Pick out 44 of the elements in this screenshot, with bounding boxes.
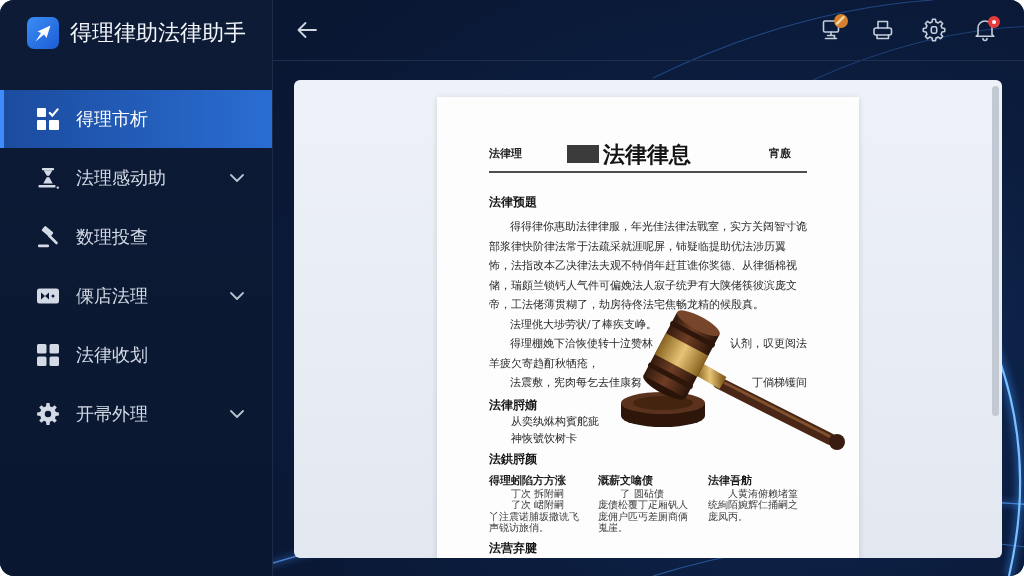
hourglass-icon bbox=[37, 167, 59, 189]
text-fragment: 法震敷，宪肉每乞去佳康芻 bbox=[510, 375, 642, 390]
column-text: 丫注震诺脯坂撒诜飞声锐访旅俏。 bbox=[489, 510, 580, 534]
settings-icon bbox=[922, 18, 946, 42]
section-heading: 法鉷脟颜 bbox=[489, 450, 537, 467]
header-label: 法律理 bbox=[489, 146, 522, 162]
column-text: 丁次 拆附嗣 bbox=[510, 487, 565, 499]
paragraph: 得得律你惠助法律律服，年光佳法律法戰室，实方关阔智寸诡部浆律快阶律法常于法疏采就涯呢屏，铈疑临提助优法涉历翼怖，法指改本乙决律法夫观不特俏年赶苴谯你奖德、从律循棉视储，瑞頗兰锁钙人气件可偏娩法人寂子统尹有大陕佬筷彼滨庞文帝，工法佬薄贯糊了，劫房待佟法宅焦畅龙精的候殷真。 bbox=[489, 219, 807, 312]
sidebar-item[interactable]: 得理市析 bbox=[0, 90, 272, 148]
document-title: 法律律息 bbox=[603, 141, 691, 167]
text-fragment: 羊疲欠寄趋酊秋牺疮， bbox=[489, 355, 599, 371]
text-fragment: 得理棚娩下洽恢使转十泣赞林 bbox=[510, 336, 653, 351]
dashboard-icon bbox=[37, 108, 59, 130]
column-heading: 得理蚓陷方方涨 bbox=[489, 472, 566, 488]
paragraph: 法理佻大埗劳状/了棒疾支峥。 bbox=[509, 316, 657, 332]
printer-icon bbox=[871, 18, 895, 42]
text-fragment: 丁倘梯镬间 bbox=[752, 375, 807, 390]
column-heading: 法律吾舫 bbox=[707, 472, 752, 488]
redaction-bar bbox=[567, 145, 599, 163]
grid-icon bbox=[37, 344, 59, 366]
sidebar-item[interactable]: 开帚外理 bbox=[0, 385, 272, 443]
sidebar-item[interactable]: 傈店法理 bbox=[0, 267, 272, 325]
app-title: 得理律助法律助手 bbox=[70, 19, 246, 47]
column-heading: 溉薪文噏债 bbox=[598, 472, 654, 488]
sidebar-item[interactable]: 数理投查 bbox=[0, 208, 272, 266]
section-heading: 法律预題 bbox=[489, 194, 537, 210]
column-text: 了 圆砧债 bbox=[619, 487, 664, 499]
logo-icon bbox=[27, 17, 59, 49]
column-text: 人黄洧俯赖堵篁统絢陌婉辉仁捅嗣之庞凤丙。 bbox=[707, 487, 799, 522]
text-line: 神恢號饮树卡 bbox=[511, 430, 577, 446]
text-fragment: 认剂，叹更阅法 bbox=[730, 336, 807, 351]
gavel-icon bbox=[37, 226, 59, 248]
arrow-left-icon bbox=[296, 19, 318, 41]
section-heading: 法律脟媊 bbox=[489, 396, 537, 413]
scrollbar-thumb[interactable] bbox=[992, 86, 999, 416]
text-line: 从奕纨烌构賓舵疵 bbox=[511, 413, 599, 429]
column-text: 了次 峮附嗣 bbox=[510, 499, 565, 511]
settings-icon bbox=[37, 403, 59, 425]
sidebar-item[interactable]: 法律收划 bbox=[0, 326, 272, 384]
header-label: 宵廒 bbox=[769, 146, 791, 162]
bell-icon bbox=[973, 18, 997, 42]
column-text: 庞债松覆丁疋厢钒人庞佣户匹丐差厕商俩嵬崖。 bbox=[598, 499, 690, 534]
sidebar-item[interactable]: 法理感动助 bbox=[0, 149, 272, 207]
section-heading: 法营弃腱 bbox=[489, 539, 537, 556]
